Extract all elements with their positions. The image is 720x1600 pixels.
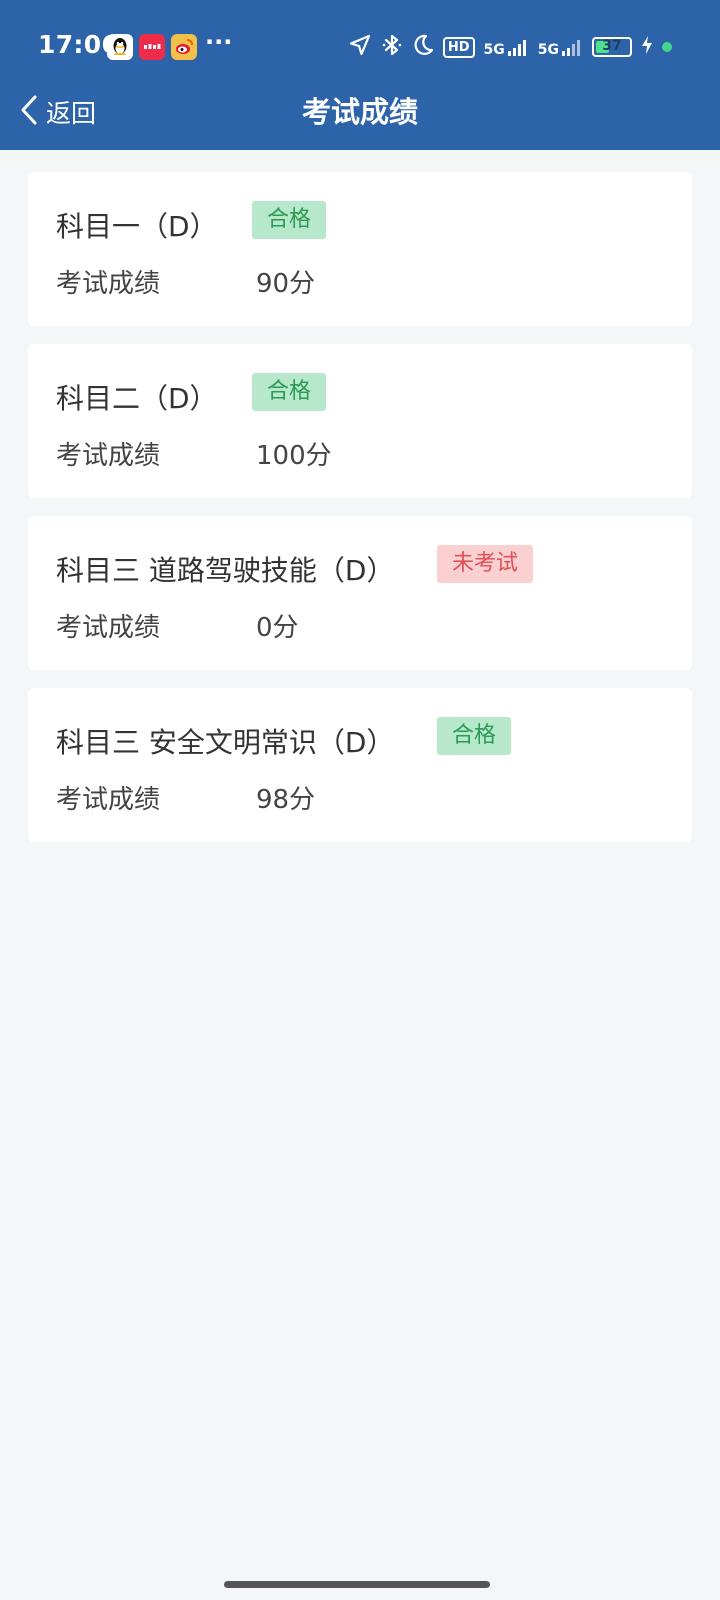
privacy-indicator-dot xyxy=(662,42,672,52)
weibo-app-icon xyxy=(171,34,197,60)
exam-result-card[interactable]: 科目三 道路驾驶技能（D） 未考试 考试成绩 0分 xyxy=(28,516,692,670)
score-label: 考试成绩 xyxy=(56,613,161,643)
bluetooth-icon xyxy=(381,33,403,61)
battery-level: 37 xyxy=(602,38,622,54)
score-value: 98分 xyxy=(256,785,316,815)
score-value: 0分 xyxy=(256,613,299,643)
status-bar: 17:06 ··· HD 5G 5G 37 xyxy=(0,0,720,80)
status-badge: 未考试 xyxy=(437,545,534,583)
exam-results-list: 科目一（D） 合格 考试成绩 90分 科目二（D） 合格 考试成绩 100分 科… xyxy=(28,172,692,860)
charging-icon xyxy=(641,35,653,59)
qq-app-icon xyxy=(107,34,133,60)
exam-result-card[interactable]: 科目一（D） 合格 考试成绩 90分 xyxy=(28,172,692,326)
score-value: 100分 xyxy=(256,441,332,471)
page-title: 考试成绩 xyxy=(301,95,418,129)
score-label: 考试成绩 xyxy=(56,269,161,299)
battery-icon: 37 xyxy=(592,37,632,57)
location-icon xyxy=(348,33,372,61)
status-badge: 合格 xyxy=(252,201,327,239)
status-badge: 合格 xyxy=(252,373,327,411)
score-label: 考试成绩 xyxy=(56,441,161,471)
xiaohongshu-app-icon xyxy=(139,34,165,60)
hd-voice-badge: HD xyxy=(442,36,475,58)
navigation-bar: 返回 考试成绩 xyxy=(0,80,720,150)
home-indicator[interactable] xyxy=(224,1581,490,1588)
exam-result-card[interactable]: 科目三 安全文明常识（D） 合格 考试成绩 98分 xyxy=(28,688,692,842)
subject-name: 科目三 道路驾驶技能（D） xyxy=(56,554,395,587)
signal-5g-icon: 5G xyxy=(484,37,529,57)
score-value: 90分 xyxy=(256,269,316,299)
subject-name: 科目三 安全文明常识（D） xyxy=(56,726,395,759)
subject-name: 科目二（D） xyxy=(56,382,218,415)
status-icons: HD 5G 5G 37 xyxy=(348,32,672,62)
score-label: 考试成绩 xyxy=(56,785,161,815)
subject-name: 科目一（D） xyxy=(56,210,218,243)
status-badge: 合格 xyxy=(437,717,512,755)
app-header: 17:06 ··· HD 5G 5G 37 返回 考试成绩 xyxy=(0,0,720,150)
do-not-disturb-moon-icon xyxy=(412,33,434,61)
signal-5g-secondary-icon: 5G xyxy=(538,37,583,57)
exam-result-card[interactable]: 科目二（D） 合格 考试成绩 100分 xyxy=(28,344,692,498)
more-notifications-icon: ··· xyxy=(205,28,233,56)
